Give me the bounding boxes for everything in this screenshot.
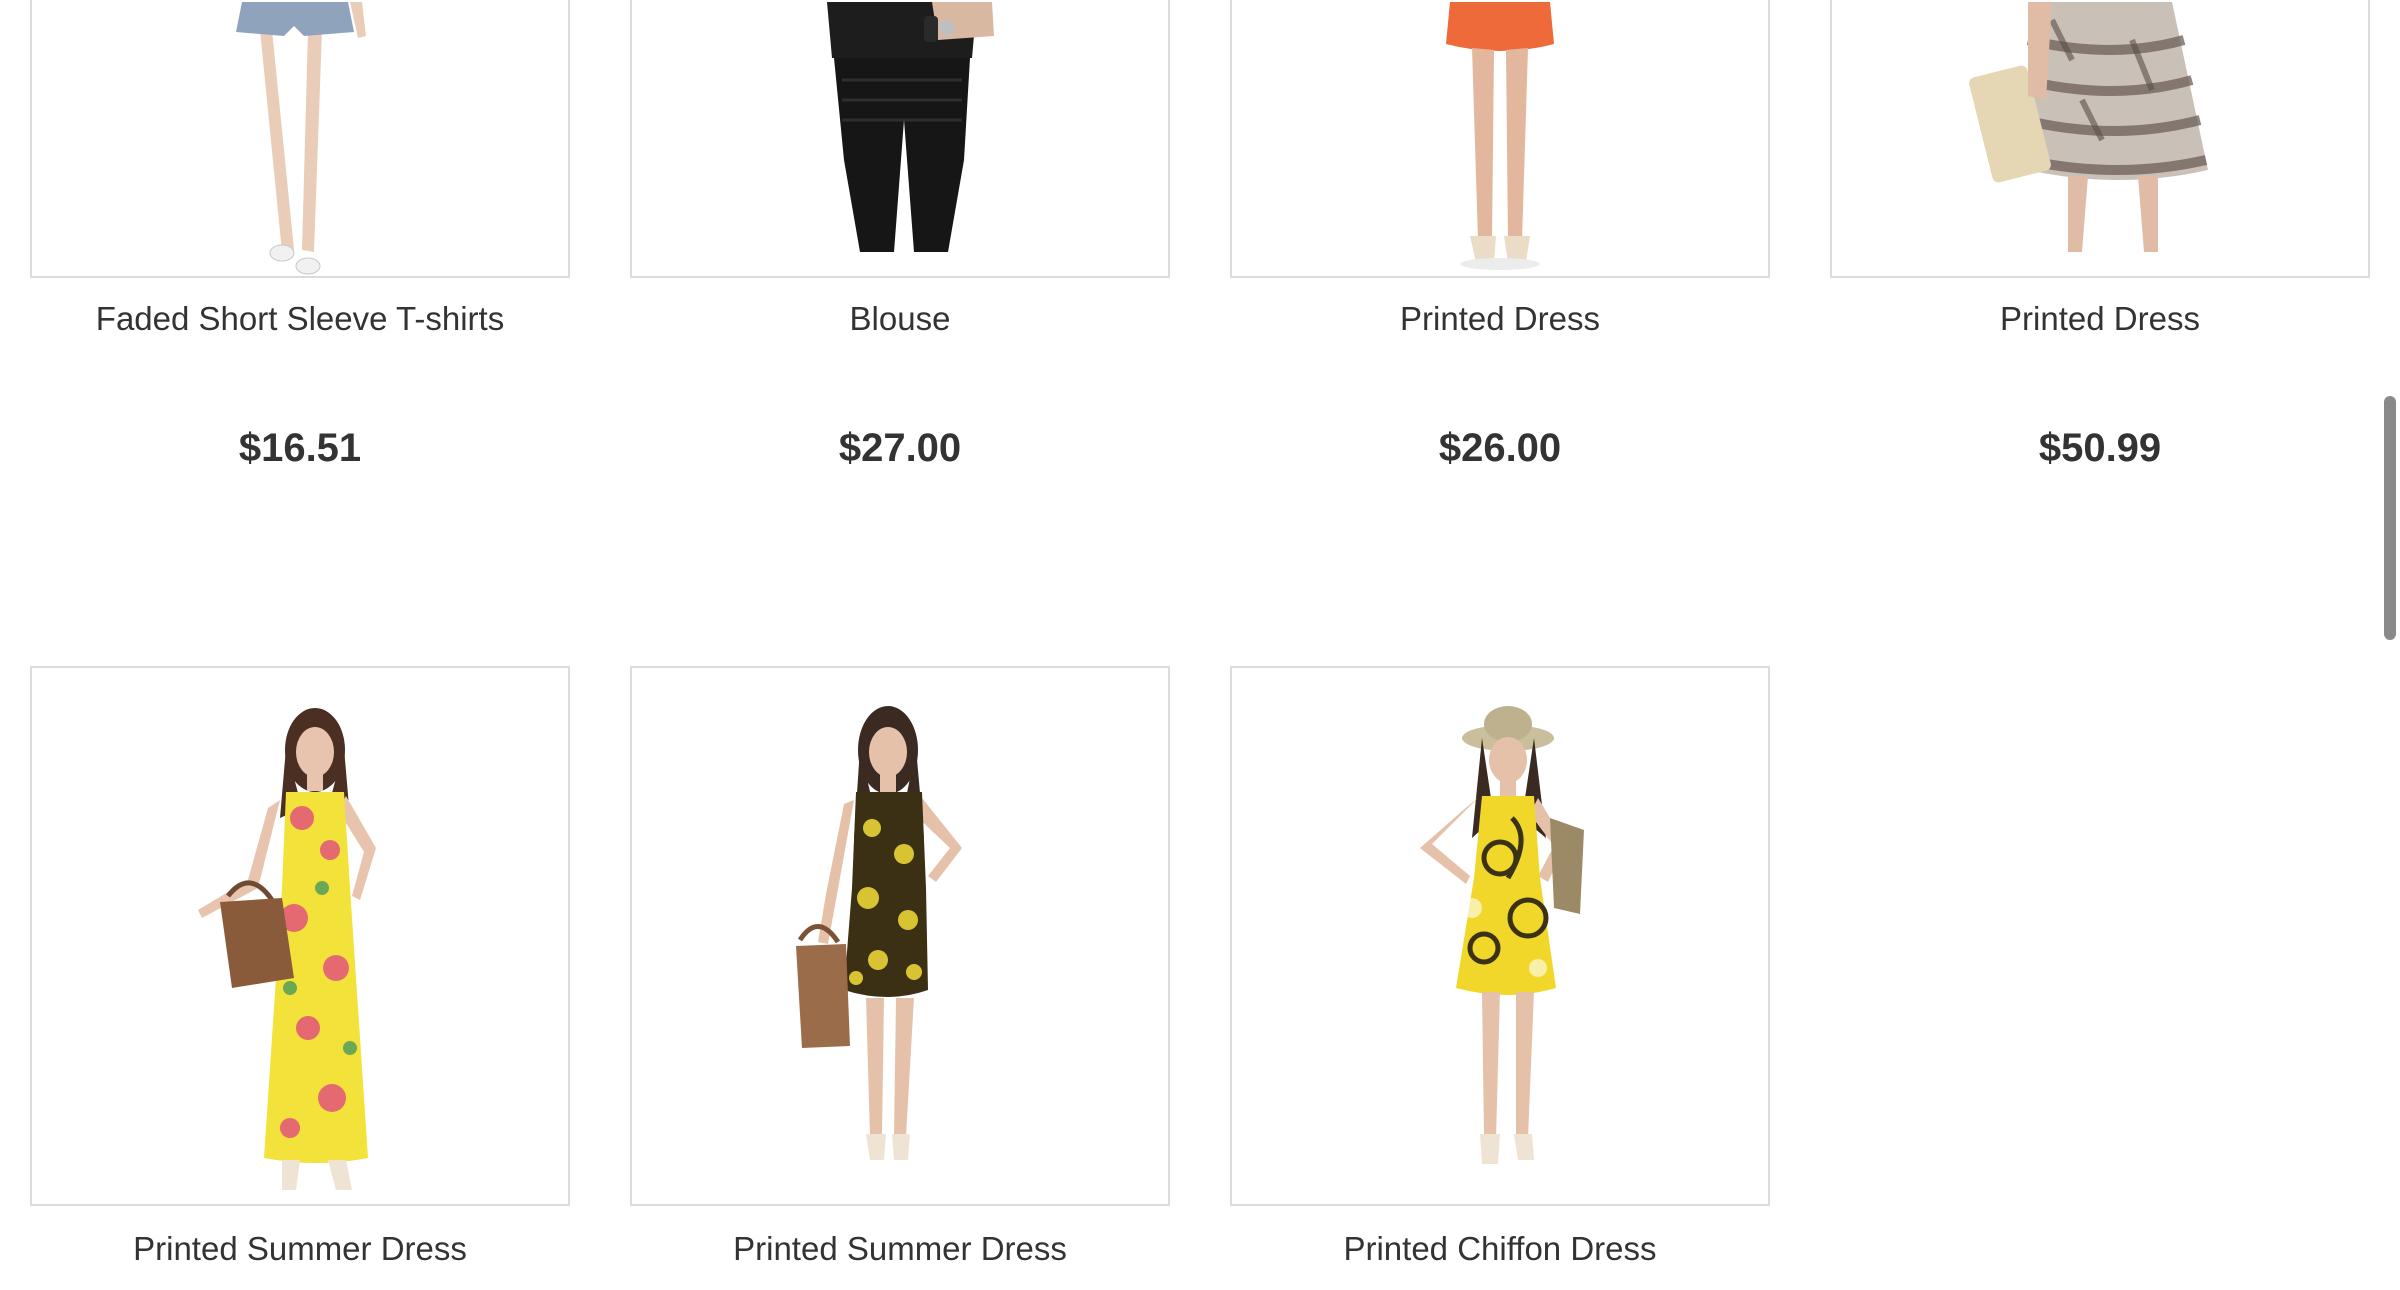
product-photo xyxy=(236,2,366,275)
product-name[interactable]: Printed Dress xyxy=(1830,300,2370,338)
product-photo xyxy=(1420,706,1584,1164)
product-image-link[interactable] xyxy=(30,0,570,278)
product-price: $16.51 xyxy=(238,426,362,470)
product-name[interactable]: Printed Summer Dress xyxy=(30,1230,570,1268)
product-photo xyxy=(198,708,376,1190)
scrollbar-thumb[interactable] xyxy=(2384,396,2396,640)
product-image-link[interactable] xyxy=(1830,0,2370,278)
product-name[interactable]: Printed Summer Dress xyxy=(630,1230,1170,1268)
product-photo xyxy=(796,706,962,1160)
product-price: $50.99 xyxy=(2038,426,2162,470)
product-image-link[interactable] xyxy=(630,666,1170,1206)
product-name[interactable]: Blouse xyxy=(630,300,1170,338)
product-price: $26.00 xyxy=(1438,426,1562,470)
product-name[interactable]: Faded Short Sleeve T-shirts xyxy=(30,300,570,338)
product-price: $27.00 xyxy=(838,426,962,470)
product-image-link[interactable] xyxy=(1230,0,1770,278)
product-image-link[interactable] xyxy=(1230,666,1770,1206)
product-photo xyxy=(1969,2,2208,252)
product-grid-page: Faded Short Sleeve T-shirts $16.51 Blous… xyxy=(0,0,2400,1290)
product-name[interactable]: Printed Chiffon Dress xyxy=(1230,1230,1770,1268)
product-image-link[interactable] xyxy=(630,0,1170,278)
product-image-link[interactable] xyxy=(30,666,570,1206)
scrollbar-track[interactable] xyxy=(2376,0,2400,1290)
product-photo xyxy=(1446,2,1554,270)
product-name[interactable]: Printed Dress xyxy=(1230,300,1770,338)
product-photo xyxy=(827,2,994,252)
